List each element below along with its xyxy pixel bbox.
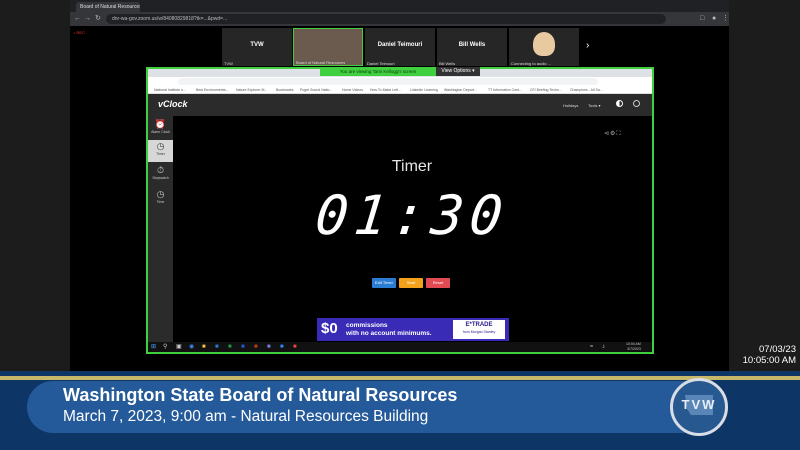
participant-label: Bill Wells	[439, 61, 456, 66]
participant-name: Daniel Teimouri	[377, 42, 423, 48]
sidebar-item-label: Time	[156, 200, 165, 204]
sidebar-item-label: Stopwatch	[152, 176, 169, 180]
participant-label: Board of Natural Resources	[296, 60, 346, 65]
edit-timer-button[interactable]: Edit Timer	[372, 278, 396, 288]
network-icon[interactable]: ≈	[590, 343, 593, 351]
bookmark[interactable]: TT Information Cent...	[488, 86, 522, 94]
timestamp-time: 10:05:00 AM	[742, 355, 796, 366]
sidebar-item-stopwatch[interactable]: ⏱ Stopwatch	[148, 164, 173, 186]
participant-label: Connecting to audio ...	[511, 61, 552, 66]
back-icon[interactable]: ←	[74, 12, 81, 26]
participant-name: Bill Wells	[458, 42, 486, 48]
menu-holidays[interactable]: Holidays	[563, 103, 578, 108]
sidebar-item-timer[interactable]: ◷ Timer	[148, 140, 173, 162]
recording-badge: • REC	[74, 30, 85, 35]
sidebar-item-label: Timer	[156, 152, 165, 156]
timer-icon: ◷	[156, 141, 165, 151]
search-icon[interactable]: ⚲	[163, 343, 167, 351]
sidebar-item-time[interactable]: ◷ Time	[148, 188, 173, 210]
ad-brand-name: E*TRADE	[465, 322, 493, 328]
participant-label: Daniel Teimouri	[367, 61, 395, 66]
timer-title: Timer	[391, 158, 433, 175]
stopwatch-icon: ⏱	[156, 165, 165, 175]
sidebar-item-alarm-clock[interactable]: ⏰ Alarm Clock	[148, 118, 173, 140]
bookmark[interactable]: Champions - All Sa...	[570, 86, 603, 94]
ad-text: with no account minimums.	[346, 330, 432, 337]
sidebar-item-label: Alarm Clock	[151, 130, 170, 134]
taskbar-date: 3/7/2023	[627, 347, 641, 351]
settings-icon[interactable]	[633, 100, 640, 107]
bookmark[interactable]: How To Make Lett...	[370, 86, 401, 94]
participant-label: TVW	[224, 61, 233, 66]
volume-icon[interactable]: ♪	[602, 343, 605, 351]
participant-name: TVW	[250, 42, 264, 48]
address-bar[interactable]: dnr-wa-gov.zoom.us/w/84080829818?tk=...&…	[106, 14, 666, 24]
bookmark[interactable]: Bookmarks	[276, 86, 294, 94]
zoom-icon[interactable]: ■	[280, 343, 284, 351]
bookmark[interactable]: Washington Depart...	[444, 86, 477, 94]
vclock-logo[interactable]: vClock	[158, 99, 188, 109]
broadcast-timestamp: 07/03/23 10:05:00 AM	[728, 344, 796, 366]
extensions-icon[interactable]: □	[700, 12, 704, 26]
timestamp-date: 07/03/23	[759, 344, 796, 355]
start-button[interactable]: Start	[399, 278, 423, 288]
shared-address-bar	[178, 78, 598, 85]
browser-tab[interactable]: Board of Natural Resources	[76, 2, 140, 12]
ad-brand-sub: from Morgan Stanley	[462, 330, 496, 334]
bookmark[interactable]: LinkedIn Learning	[410, 86, 438, 94]
excel-icon[interactable]: ■	[228, 343, 232, 351]
ad-headline: $0	[321, 320, 338, 337]
word-icon[interactable]: ■	[241, 343, 245, 351]
menu-icon[interactable]: ⋮	[722, 12, 729, 26]
outlook-icon[interactable]: ■	[215, 343, 219, 351]
screen-share-banner: You are viewing Tami Kellogg's screen	[320, 67, 436, 76]
file-explorer-icon[interactable]: ■	[202, 343, 206, 351]
bookmark[interactable]: Nature Explorer M...	[236, 86, 267, 94]
powerpoint-icon[interactable]: ■	[254, 343, 258, 351]
windows-start-icon[interactable]: ⊞	[151, 343, 156, 351]
tvw-logo-text: TVW	[681, 397, 717, 412]
ad-text: commissions	[346, 322, 388, 329]
lower-third-accent-line	[0, 376, 800, 380]
ad-brand-logo[interactable]: E*TRADE from Morgan Stanley	[453, 320, 505, 339]
participant-avatar	[533, 32, 555, 56]
theme-toggle-icon[interactable]	[616, 100, 623, 107]
program-title: Washington State Board of Natural Resour…	[63, 385, 458, 405]
bookmark[interactable]: Best Environmenta...	[196, 86, 229, 94]
profile-icon[interactable]: ●	[712, 12, 716, 26]
timer-tools[interactable]: ⊲⚙⛶	[604, 130, 622, 138]
clock-icon: ◷	[156, 189, 165, 199]
timer-display: 01:30	[312, 184, 512, 247]
participant-tile[interactable]: TVW TVW	[222, 28, 292, 66]
fullscreen-icon[interactable]: ⛶	[616, 131, 621, 137]
chrome-icon[interactable]: ◉	[189, 343, 194, 351]
next-participants-icon[interactable]: ›	[586, 40, 589, 51]
app-icon[interactable]: ■	[293, 343, 297, 351]
participant-tile-video[interactable]: Board of Natural Resources	[293, 28, 363, 66]
taskbar-clock[interactable]: 10:04 AM 3/7/2023	[626, 342, 641, 352]
participant-tile[interactable]: Bill Wells Bill Wells	[437, 28, 507, 66]
windows-taskbar	[148, 342, 652, 352]
reload-icon[interactable]: ↻	[95, 12, 101, 26]
participant-tile-video[interactable]: Connecting to audio ...	[509, 28, 579, 66]
bookmark[interactable]: National Institute o...	[154, 86, 186, 94]
program-subtitle: March 7, 2023, 9:00 am - Natural Resourc…	[63, 408, 429, 425]
bookmark[interactable]: Home Videos	[342, 86, 363, 94]
menu-tools[interactable]: Tools ▾	[588, 103, 600, 108]
bookmark[interactable]: CFI Briefing Techn...	[530, 86, 562, 94]
teams-icon[interactable]: ■	[267, 343, 271, 351]
view-options-button[interactable]: View Options ▾	[436, 67, 480, 76]
reset-button[interactable]: Reset	[426, 278, 450, 288]
bookmark[interactable]: Puget Sound Natio...	[300, 86, 332, 94]
alarm-clock-icon: ⏰	[154, 119, 167, 129]
browser-tab-bar	[70, 0, 729, 12]
forward-icon[interactable]: →	[84, 12, 91, 26]
participant-tile[interactable]: Daniel Teimouri Daniel Teimouri	[365, 28, 435, 66]
taskview-icon[interactable]: ▣	[176, 343, 182, 351]
